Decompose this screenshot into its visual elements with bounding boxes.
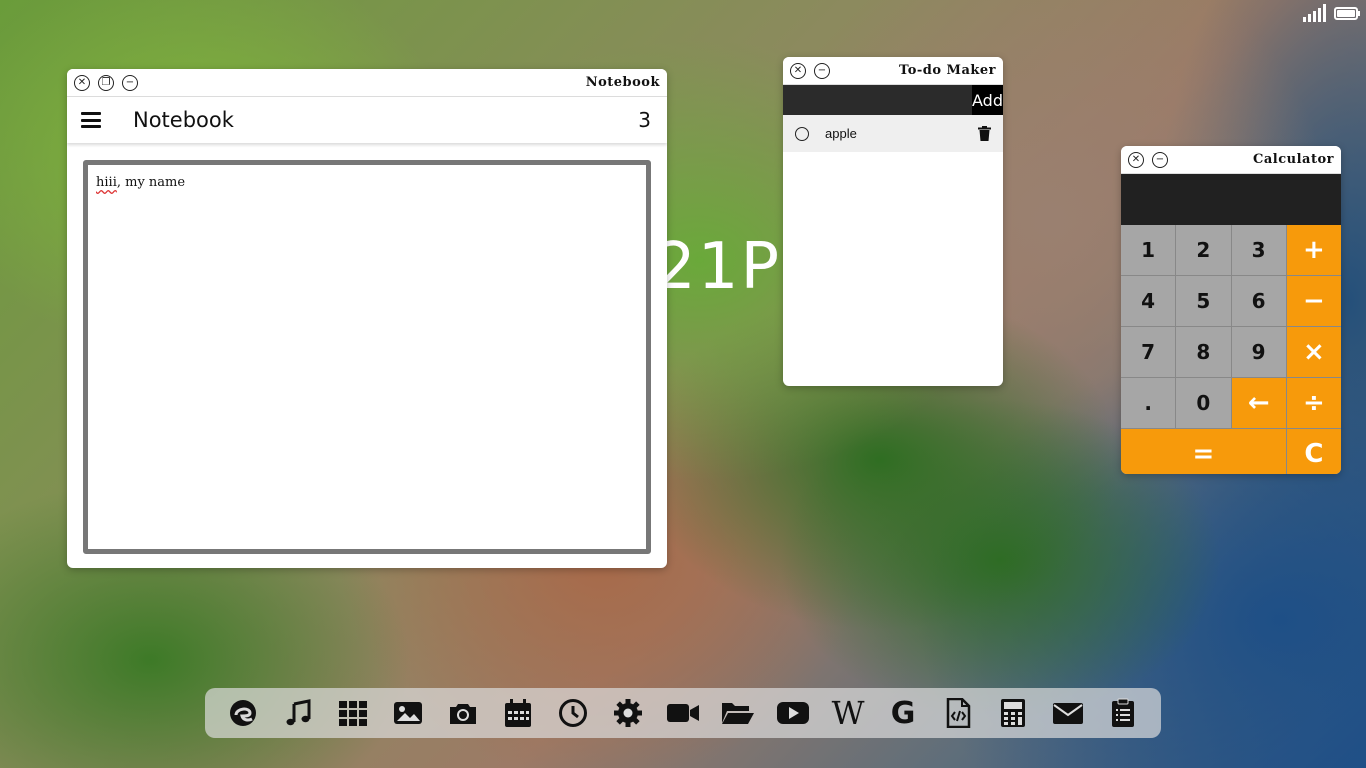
calculator-window-title: Calculator — [1253, 152, 1334, 167]
signal-icon — [1303, 4, 1326, 22]
key-8[interactable]: 8 — [1176, 327, 1231, 377]
calendar-icon[interactable] — [501, 696, 535, 730]
calculator-keypad: 1 2 3 + 4 5 6 − 7 8 9 × . 0 ← ÷ = C — [1121, 225, 1341, 474]
apps-grid-icon[interactable] — [336, 696, 370, 730]
folder-icon[interactable] — [721, 696, 755, 730]
notebook-window: ✕ ❐ − Notebook Notebook 3 hiii, my name — [67, 69, 667, 568]
video-camera-icon[interactable] — [666, 696, 700, 730]
calculator-display — [1121, 174, 1341, 225]
todo-input[interactable] — [783, 85, 972, 115]
code-file-icon[interactable] — [941, 696, 975, 730]
maximize-icon[interactable]: ❐ — [98, 74, 114, 91]
key-2[interactable]: 2 — [1176, 225, 1231, 275]
google-icon[interactable]: G — [886, 695, 920, 731]
clipboard-icon[interactable] — [1106, 696, 1140, 730]
key-1[interactable]: 1 — [1121, 225, 1176, 275]
key-0[interactable]: 0 — [1176, 378, 1231, 428]
todo-item[interactable]: apple — [783, 115, 1003, 152]
note-text: , my name — [116, 175, 186, 190]
key-decimal[interactable]: . — [1121, 378, 1176, 428]
minimize-icon[interactable]: − — [1152, 151, 1168, 168]
youtube-icon[interactable] — [776, 696, 810, 730]
trash-icon[interactable] — [978, 126, 991, 141]
todo-window-title: To-do Maker — [899, 63, 996, 78]
key-3[interactable]: 3 — [1231, 225, 1286, 275]
clock-icon[interactable] — [556, 696, 590, 730]
dock: W G — [205, 688, 1161, 738]
checkbox-circle-icon[interactable] — [795, 126, 809, 141]
notebook-header-title: Notebook — [133, 108, 234, 132]
calculator-titlebar[interactable]: ✕ − Calculator — [1121, 146, 1341, 174]
wikipedia-icon[interactable]: W — [831, 694, 865, 732]
todo-titlebar[interactable]: ✕ − To-do Maker — [783, 57, 1003, 85]
close-icon[interactable]: ✕ — [1128, 151, 1144, 168]
google-glyph: G — [890, 695, 916, 731]
key-minus[interactable]: − — [1286, 276, 1341, 326]
key-4[interactable]: 4 — [1121, 276, 1176, 326]
note-textarea[interactable]: hiii, my name — [83, 160, 651, 554]
battery-icon — [1334, 6, 1360, 20]
menu-icon[interactable] — [81, 112, 101, 128]
camera-icon[interactable] — [446, 696, 480, 730]
minimize-icon[interactable]: − — [814, 62, 830, 79]
calculator-window: ✕ − Calculator 1 2 3 + 4 5 6 − 7 8 9 × .… — [1121, 146, 1341, 474]
key-clear[interactable]: C — [1286, 429, 1341, 474]
key-plus[interactable]: + — [1286, 225, 1341, 275]
calculator-icon[interactable] — [996, 696, 1030, 730]
settings-gear-icon[interactable] — [611, 696, 645, 730]
close-icon[interactable]: ✕ — [74, 74, 90, 91]
notebook-titlebar[interactable]: ✕ ❐ − Notebook — [67, 69, 667, 97]
status-icons — [1303, 4, 1360, 22]
add-button[interactable]: Add — [972, 85, 1003, 115]
mail-icon[interactable] — [1051, 696, 1085, 730]
image-icon[interactable] — [391, 696, 425, 730]
key-divide[interactable]: ÷ — [1286, 378, 1341, 428]
note-count: 3 — [638, 108, 651, 132]
wikipedia-glyph: W — [831, 694, 865, 732]
key-multiply[interactable]: × — [1286, 327, 1341, 377]
note-text-misspelled: hiii — [96, 175, 117, 190]
todo-input-bar: Add — [783, 85, 1003, 115]
key-6[interactable]: 6 — [1231, 276, 1286, 326]
edge-icon[interactable] — [226, 696, 260, 730]
music-icon[interactable] — [281, 696, 315, 730]
key-5[interactable]: 5 — [1176, 276, 1231, 326]
close-icon[interactable]: ✕ — [790, 62, 806, 79]
key-equals[interactable]: = — [1121, 429, 1286, 474]
desktop-clock: 21P — [655, 230, 782, 304]
key-7[interactable]: 7 — [1121, 327, 1176, 377]
minimize-icon[interactable]: − — [122, 74, 138, 91]
todo-window: ✕ − To-do Maker Add apple — [783, 57, 1003, 386]
notebook-window-title: Notebook — [585, 75, 660, 90]
key-9[interactable]: 9 — [1231, 327, 1286, 377]
notebook-header: Notebook 3 — [67, 97, 667, 143]
key-backspace[interactable]: ← — [1231, 378, 1286, 428]
todo-item-text: apple — [825, 126, 857, 141]
